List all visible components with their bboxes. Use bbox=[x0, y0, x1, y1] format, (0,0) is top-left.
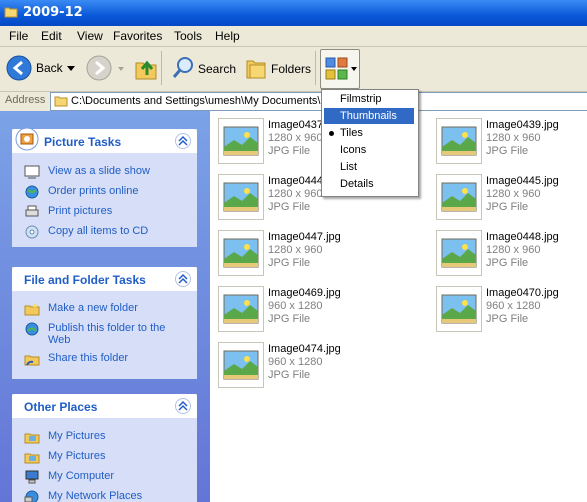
file-folder-tasks-panel: File and Folder Tasks Make a new folder … bbox=[12, 267, 197, 379]
other-places-header[interactable]: Other Places bbox=[12, 394, 197, 418]
address-bar: Address C:\Documents and Settings\umesh\… bbox=[0, 92, 587, 111]
network-places-icon bbox=[24, 490, 39, 502]
panel-title: Picture Tasks bbox=[44, 135, 122, 149]
menu-view[interactable]: View bbox=[77, 29, 103, 43]
image-file-icon bbox=[218, 342, 264, 388]
toolbar-separator bbox=[161, 51, 162, 85]
my-pictures-icon bbox=[24, 433, 40, 444]
window-title: 2009-12 bbox=[23, 5, 83, 20]
folders-label: Folders bbox=[271, 62, 312, 76]
up-folder-icon[interactable] bbox=[134, 55, 158, 81]
my-computer-icon bbox=[25, 470, 39, 484]
menu-favorites[interactable]: Favorites bbox=[113, 29, 162, 43]
search-icon bbox=[172, 57, 193, 78]
folders-icon bbox=[246, 60, 266, 79]
share-folder-icon bbox=[24, 355, 40, 366]
checked-bullet-icon bbox=[329, 131, 334, 136]
menu-help[interactable]: Help bbox=[215, 29, 240, 43]
picture-tasks-panel: Picture Tasks View as a slide show Order… bbox=[12, 127, 197, 247]
toolbar-separator bbox=[315, 51, 316, 85]
menu-item-details[interactable]: Details bbox=[324, 176, 414, 192]
picture-tasks-header[interactable]: Picture Tasks bbox=[12, 127, 197, 153]
publish-web-icon bbox=[25, 322, 39, 336]
address-field[interactable]: C:\Documents and Settings\umesh\My Docum… bbox=[50, 92, 587, 111]
forward-arrow-icon[interactable] bbox=[86, 55, 112, 81]
back-arrow-icon bbox=[6, 55, 32, 81]
menu-item-icons[interactable]: Icons bbox=[324, 142, 414, 158]
menu-item-list[interactable]: List bbox=[324, 159, 414, 175]
menu-edit[interactable]: Edit bbox=[41, 29, 62, 43]
file-tile[interactable]: Image0447.jpg 1280 x 960 JPG File bbox=[212, 229, 412, 279]
forward-dropdown-icon[interactable] bbox=[118, 67, 124, 72]
image-file-icon bbox=[218, 118, 264, 164]
file-tile[interactable]: Image0474.jpg 960 x 1280 JPG File bbox=[212, 341, 412, 391]
collapse-chevron-icon[interactable] bbox=[175, 133, 191, 149]
folders-button[interactable]: Folders bbox=[243, 53, 312, 83]
file-tile[interactable]: Image0470.jpg 960 x 1280 JPG File bbox=[430, 285, 587, 335]
cd-icon bbox=[25, 225, 39, 239]
menu-bar: File Edit View Favorites Tools Help bbox=[0, 26, 587, 47]
picture-tasks-icon bbox=[15, 127, 39, 151]
menu-tools[interactable]: Tools bbox=[174, 29, 202, 43]
collapse-chevron-icon[interactable] bbox=[175, 271, 191, 287]
file-tile[interactable]: Image0448.jpg 1280 x 960 JPG File bbox=[430, 229, 587, 279]
image-file-icon bbox=[436, 174, 482, 220]
panel-title: Other Places bbox=[24, 400, 98, 414]
menu-item-thumbnails[interactable]: Thumbnails bbox=[324, 108, 414, 124]
image-file-icon bbox=[218, 174, 264, 220]
address-label: Address bbox=[5, 94, 46, 106]
menu-file[interactable]: File bbox=[9, 29, 28, 43]
back-label: Back bbox=[36, 61, 63, 75]
search-button[interactable]: Search bbox=[170, 53, 236, 83]
image-file-icon bbox=[218, 230, 264, 276]
menu-item-filmstrip[interactable]: Filmstrip bbox=[324, 91, 414, 107]
title-bar: 2009-12 bbox=[0, 0, 587, 26]
folder-icon bbox=[4, 7, 18, 18]
back-dropdown-icon[interactable] bbox=[67, 66, 75, 72]
folder-icon bbox=[54, 96, 68, 107]
menu-item-tiles[interactable]: Tiles bbox=[324, 125, 414, 141]
file-folder-tasks-header[interactable]: File and Folder Tasks bbox=[12, 267, 197, 291]
views-dropdown-icon bbox=[351, 67, 357, 71]
views-menu: Filmstrip Thumbnails Tiles Icons List De… bbox=[321, 89, 419, 197]
panel-title: File and Folder Tasks bbox=[24, 273, 146, 287]
file-tile[interactable]: Image0445.jpg 1280 x 960 JPG File bbox=[430, 173, 587, 223]
views-button[interactable] bbox=[320, 49, 360, 89]
file-tile[interactable]: Image0439.jpg 1280 x 960 JPG File bbox=[430, 117, 587, 167]
collapse-chevron-icon[interactable] bbox=[175, 398, 191, 414]
image-file-icon bbox=[218, 286, 264, 332]
printer-icon bbox=[25, 205, 39, 217]
image-file-icon bbox=[436, 286, 482, 332]
new-folder-icon bbox=[24, 303, 40, 316]
globe-icon bbox=[25, 185, 39, 199]
search-label: Search bbox=[198, 62, 237, 76]
other-places-panel: Other Places My Pictures My Pictures My … bbox=[12, 394, 197, 502]
address-value: C:\Documents and Settings\umesh\My Docum… bbox=[71, 95, 336, 107]
toolbar: Back Search Folders bbox=[0, 47, 587, 92]
image-file-icon bbox=[436, 118, 482, 164]
slideshow-icon bbox=[24, 165, 40, 179]
task-pane: Picture Tasks View as a slide show Order… bbox=[0, 111, 210, 502]
views-icon bbox=[325, 57, 348, 80]
file-tile[interactable]: Image0469.jpg 960 x 1280 JPG File bbox=[212, 285, 412, 335]
my-pictures-icon bbox=[24, 453, 40, 464]
image-file-icon bbox=[436, 230, 482, 276]
